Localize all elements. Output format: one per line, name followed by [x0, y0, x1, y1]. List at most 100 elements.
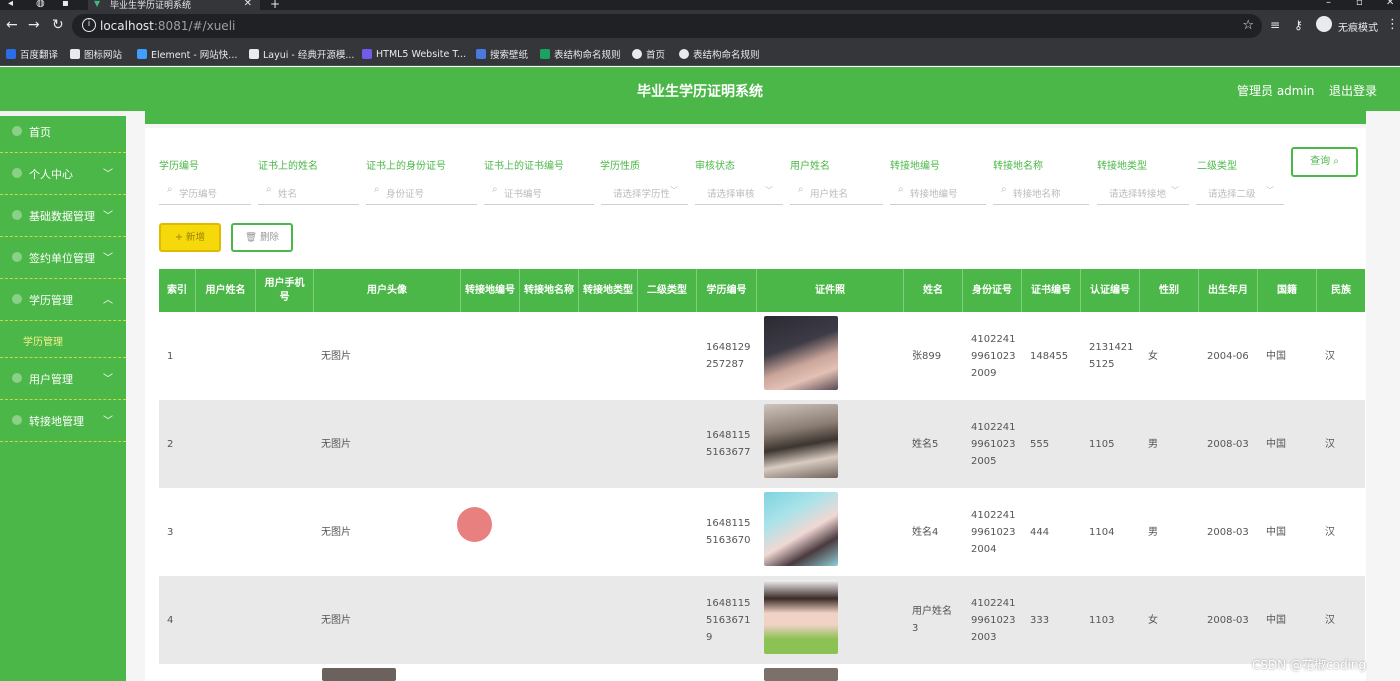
transfer-type-select[interactable]: 请选择转接地 ﹀: [1097, 180, 1189, 205]
tab-globe-icon[interactable]: ◍: [36, 0, 45, 9]
id-number-input[interactable]: ⌕ 身份证号: [366, 180, 477, 205]
column-header[interactable]: 证书编号: [1022, 269, 1081, 312]
filter-label: 证书上的姓名: [258, 161, 318, 172]
table-row[interactable]: 2 无图片 1648115 5163677 姓名5 4102241 996102…: [159, 400, 1365, 488]
maximize-icon[interactable]: ▫: [1356, 0, 1363, 8]
id-photo[interactable]: [764, 668, 838, 681]
chevron-down-icon: ﹀: [1266, 186, 1274, 195]
cert-number-input[interactable]: ⌕ 证书编号: [484, 180, 594, 205]
address-bar[interactable]: i localhost:8081/#/xueli ☆: [72, 14, 1262, 38]
table-row[interactable]: 1 无图片 1648129 257287 张899 4102241 996102…: [159, 312, 1365, 400]
back-icon[interactable]: ←: [6, 18, 18, 32]
sidebar-item-base-data[interactable]: 基础数据管理 ﹀: [0, 195, 126, 237]
bookmark-icon: [70, 49, 80, 59]
reload-icon[interactable]: ↻: [52, 18, 64, 32]
cell-gender: 女: [1148, 350, 1158, 362]
xueli-no-input[interactable]: ⌕ 学历编号: [159, 180, 251, 205]
bookmark-item[interactable]: 表结构命名规则: [540, 47, 621, 61]
cell-gender: 男: [1148, 438, 1158, 450]
column-header[interactable]: 二级类型: [638, 269, 697, 312]
cell-id-no: 4102241 9961023 2005: [971, 421, 1016, 467]
info-icon[interactable]: i: [82, 18, 96, 32]
sidebar-subitem-education-manage[interactable]: 学历管理: [0, 321, 126, 358]
cell-cert-no: 148455: [1030, 350, 1069, 362]
reading-list-icon[interactable]: ≡: [1270, 18, 1280, 32]
tab-close-icon[interactable]: ✕: [244, 0, 252, 9]
browser-tab[interactable]: ▼ 毕业生学历证明系统 ✕: [88, 0, 260, 11]
forward-icon[interactable]: →: [28, 18, 40, 32]
column-header[interactable]: 姓名: [904, 269, 963, 312]
column-header[interactable]: 索引: [159, 269, 196, 312]
tab-back-icon[interactable]: ◂: [8, 0, 13, 9]
column-header[interactable]: 民族: [1317, 269, 1365, 312]
table-row[interactable]: 4 无图片 1648115 5163671 9 用户姓名 3 4102241 9…: [159, 576, 1365, 664]
bookmark-item[interactable]: 首页: [632, 47, 665, 61]
education-nature-select[interactable]: 请选择学历性 ﹀: [601, 180, 688, 205]
id-photo[interactable]: [764, 492, 838, 566]
column-header[interactable]: 国籍: [1258, 269, 1317, 312]
bookmark-item[interactable]: 图标网站: [70, 47, 122, 61]
cell-gender: 男: [1148, 526, 1158, 538]
second-type-select[interactable]: 请选择二级 ﹀: [1196, 180, 1284, 205]
search-icon: ⌕: [1333, 156, 1339, 167]
bookmark-star-icon[interactable]: ☆: [1242, 18, 1254, 33]
column-header[interactable]: 用户手机号: [256, 269, 314, 312]
table-row[interactable]: [159, 664, 1365, 681]
url-text[interactable]: localhost:8081/#/xueli: [100, 19, 235, 33]
trash-icon: 🗑: [244, 232, 257, 243]
column-header[interactable]: 证件照: [757, 269, 904, 312]
logout-link[interactable]: 退出登录: [1329, 82, 1377, 99]
cell-xueli-no: 1648115 5163677: [706, 430, 751, 458]
bookmark-item[interactable]: Layui - 经典开源模...: [249, 47, 354, 61]
key-icon[interactable]: ⚷: [1294, 18, 1303, 32]
review-status-select[interactable]: 请选择审核 ﹀: [695, 180, 783, 205]
column-header[interactable]: 身份证号: [963, 269, 1022, 312]
bookmark-item[interactable]: HTML5 Website T...: [362, 47, 466, 61]
bookmark-item[interactable]: 搜索壁纸: [476, 47, 528, 61]
column-header[interactable]: 出生年月: [1199, 269, 1258, 312]
transfer-no-input[interactable]: ⌕ 转接地编号: [890, 180, 986, 205]
bookmark-icon: [679, 49, 689, 59]
menu-icon[interactable]: ⋮: [1386, 17, 1399, 32]
chevron-down-icon: ﹀: [1171, 186, 1179, 195]
filter-label: 二级类型: [1197, 161, 1237, 172]
column-header[interactable]: 转接地类型: [579, 269, 638, 312]
column-header[interactable]: 学历编号: [697, 269, 757, 312]
sidebar-item-contract-units[interactable]: 签约单位管理 ﹀: [0, 237, 126, 279]
id-photo[interactable]: [764, 580, 838, 654]
sidebar-item-education[interactable]: 学历管理 ︿: [0, 279, 126, 321]
incognito-avatar[interactable]: [1316, 16, 1332, 32]
column-header[interactable]: 认证编号: [1081, 269, 1140, 312]
column-header[interactable]: 转接地名称: [520, 269, 579, 312]
avatar-photo[interactable]: [322, 668, 396, 681]
sidebar-item-personal-center[interactable]: 个人中心 ﹀: [0, 153, 126, 195]
column-header[interactable]: 用户头像: [314, 269, 461, 312]
tab-page-icon[interactable]: ▪: [62, 0, 69, 9]
minimize-icon[interactable]: –: [1326, 0, 1331, 8]
cert-name-input[interactable]: ⌕ 姓名: [258, 180, 359, 205]
delete-button[interactable]: 🗑 删除: [231, 223, 293, 252]
column-header[interactable]: 转接地编号: [461, 269, 520, 312]
column-header[interactable]: 用户姓名: [196, 269, 256, 312]
user-name-input[interactable]: ⌕ 用户姓名: [790, 180, 883, 205]
sidebar-item-users[interactable]: 用户管理 ﹀: [0, 358, 126, 400]
id-photo[interactable]: [764, 404, 838, 478]
chevron-down-icon: ﹀: [103, 374, 113, 385]
bookmark-item[interactable]: Element - 网站快...: [137, 47, 237, 61]
id-photo[interactable]: [764, 316, 838, 390]
sidebar-item-home[interactable]: 首页: [0, 111, 126, 153]
table-row[interactable]: 3 无图片 1648115 5163670 姓名4 4102241 996102…: [159, 488, 1365, 576]
sidebar-item-transfer[interactable]: 转接地管理 ﹀: [0, 400, 126, 442]
transfer-name-input[interactable]: ⌕ 转接地名称: [993, 180, 1089, 205]
profile-label[interactable]: 无痕模式: [1338, 19, 1378, 34]
query-button[interactable]: 查询 ⌕: [1291, 147, 1358, 177]
column-header[interactable]: 性别: [1140, 269, 1199, 312]
bookmark-item[interactable]: 表结构命名规则: [679, 47, 760, 61]
cell-xueli-no: 1648115 5163670: [706, 518, 751, 546]
bookmark-item[interactable]: 百度翻译: [6, 47, 58, 61]
cell-index: 1: [167, 350, 174, 362]
add-button[interactable]: + 新增: [159, 223, 221, 252]
vue-favicon-icon: ▼: [94, 0, 101, 8]
close-window-icon[interactable]: ✕: [1386, 0, 1394, 8]
chevron-down-icon: ﹀: [103, 211, 113, 222]
